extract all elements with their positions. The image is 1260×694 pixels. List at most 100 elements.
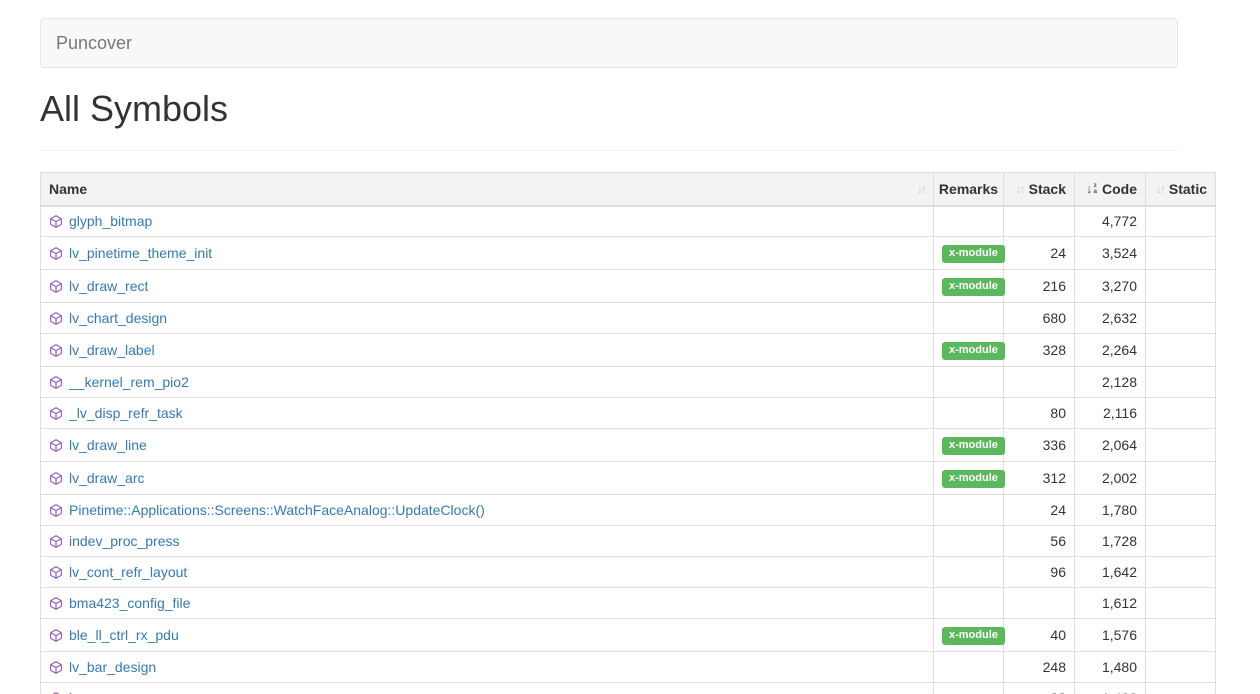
table-row: __kernel_rem_pio22,128 [41,367,1216,398]
remarks-cell [934,495,1004,526]
static-cell [1146,334,1216,367]
x-module-badge: x-module [942,245,1005,263]
navbar-brand-link[interactable]: Puncover [56,18,132,68]
sort-icon: ↓↑ [917,182,925,196]
static-cell [1146,557,1216,588]
symbol-name-cell: lv_pinetime_theme_init [41,237,934,270]
stack-cell: 216 [1004,270,1075,303]
symbol-link[interactable]: glyph_bitmap [69,213,152,229]
column-header-static[interactable]: ↓↑ Static [1146,173,1216,206]
code-cell: 3,270 [1075,270,1146,303]
stack-cell [1004,367,1075,398]
symbol-cube-icon [49,503,63,518]
column-label-name: Name [49,181,87,197]
code-cell: 2,002 [1075,462,1146,495]
table-row: lv_draw_arcx-module3122,002 [41,462,1216,495]
symbol-link[interactable]: lv_draw_label [69,342,155,358]
code-cell: 1,480 [1075,652,1146,683]
x-module-badge: x-module [942,278,1005,296]
remarks-cell [934,683,1004,694]
stack-cell [1004,588,1075,619]
column-header-code[interactable]: ↓ z a Code [1075,173,1146,206]
symbol-link[interactable]: __kernel_rem_pio2 [69,374,189,390]
static-cell [1146,237,1216,270]
table-row: lv_bar_design2481,480 [41,652,1216,683]
stack-cell: 312 [1004,462,1075,495]
symbol-name-cell: lv_chart_design [41,303,934,334]
symbol-link[interactable]: lv_cont_refr_layout [69,564,187,580]
static-cell [1146,619,1216,652]
symbol-link[interactable]: _lv_disp_refr_task [69,405,183,421]
symbol-link[interactable]: ble_ll_ctrl_rx_pdu [69,627,179,643]
remarks-cell: x-module [934,237,1004,270]
stack-cell: 56 [1004,526,1075,557]
code-cell: 1,780 [1075,495,1146,526]
symbol-cube-icon [49,375,63,390]
table-row: glyph_bitmap4,772 [41,206,1216,237]
symbol-link[interactable]: lv_bar_design [69,659,156,675]
symbol-cube-icon [49,565,63,580]
static-cell [1146,206,1216,237]
symbol-link[interactable]: indev_proc_press [69,533,180,549]
x-module-badge: x-module [942,437,1005,455]
symbol-cube-icon [49,628,63,643]
code-cell: 2,264 [1075,334,1146,367]
remarks-cell [934,526,1004,557]
stack-cell: 24 [1004,495,1075,526]
symbol-link[interactable]: inv_arc_area [69,690,150,694]
symbol-name-cell: __kernel_rem_pio2 [41,367,934,398]
x-module-badge: x-module [942,342,1005,360]
symbol-cube-icon [49,214,63,229]
symbol-link[interactable]: lv_draw_line [69,437,147,453]
remarks-cell: x-module [934,429,1004,462]
symbol-name-cell: Pinetime::Applications::Screens::WatchFa… [41,495,934,526]
navbar: Puncover [40,18,1178,68]
table-row: Pinetime::Applications::Screens::WatchFa… [41,495,1216,526]
remarks-cell [934,367,1004,398]
symbol-name-cell: _lv_disp_refr_task [41,398,934,429]
static-cell [1146,683,1216,694]
symbol-link[interactable]: lv_draw_rect [69,278,148,294]
page-title: All Symbols [40,88,1178,130]
stack-cell: 680 [1004,303,1075,334]
sort-descending-icon: ↓ z a [1086,182,1097,195]
column-header-stack[interactable]: ↓↑ Stack [1004,173,1075,206]
symbol-name-cell: lv_draw_label [41,334,934,367]
static-cell [1146,303,1216,334]
table-row: lv_draw_labelx-module3282,264 [41,334,1216,367]
symbol-cube-icon [49,279,63,294]
remarks-cell [934,588,1004,619]
table-row: bma423_config_file 1,612 [41,588,1216,619]
symbol-link[interactable]: lv_pinetime_theme_init [69,245,212,261]
symbol-cube-icon [49,691,63,694]
stack-cell: 40 [1004,619,1075,652]
symbol-cube-icon [49,534,63,549]
symbol-cube-icon [49,343,63,358]
symbol-name-cell: bma423_config_file [41,588,934,619]
code-cell: 2,116 [1075,398,1146,429]
symbol-link[interactable]: lv_draw_arc [69,470,144,486]
symbol-name-cell: inv_arc_area [41,683,934,694]
symbol-name-cell: lv_cont_refr_layout [41,557,934,588]
symbol-link[interactable]: lv_chart_design [69,310,167,326]
symbol-cube-icon [49,438,63,453]
column-label-remarks: Remarks [939,181,998,197]
code-cell: 1,612 [1075,588,1146,619]
column-header-name[interactable]: Name ↓↑ [41,173,934,206]
stack-cell: 96 [1004,557,1075,588]
symbol-link[interactable]: bma423_config_file [69,595,190,611]
remarks-cell [934,652,1004,683]
x-module-badge: x-module [942,627,1005,645]
symbol-name-cell: lv_draw_line [41,429,934,462]
code-cell: 2,064 [1075,429,1146,462]
symbol-cube-icon [49,246,63,261]
symbol-link[interactable]: Pinetime::Applications::Screens::WatchFa… [69,502,485,518]
stack-cell [1004,206,1075,237]
symbol-cube-icon [49,406,63,421]
code-cell: 1,642 [1075,557,1146,588]
remarks-cell: x-module [934,270,1004,303]
symbols-table: Name ↓↑ Remarks ↓↑ Stack ↓ [40,172,1216,694]
static-cell [1146,429,1216,462]
stack-cell: 336 [1004,429,1075,462]
column-label-stack: Stack [1029,181,1066,197]
